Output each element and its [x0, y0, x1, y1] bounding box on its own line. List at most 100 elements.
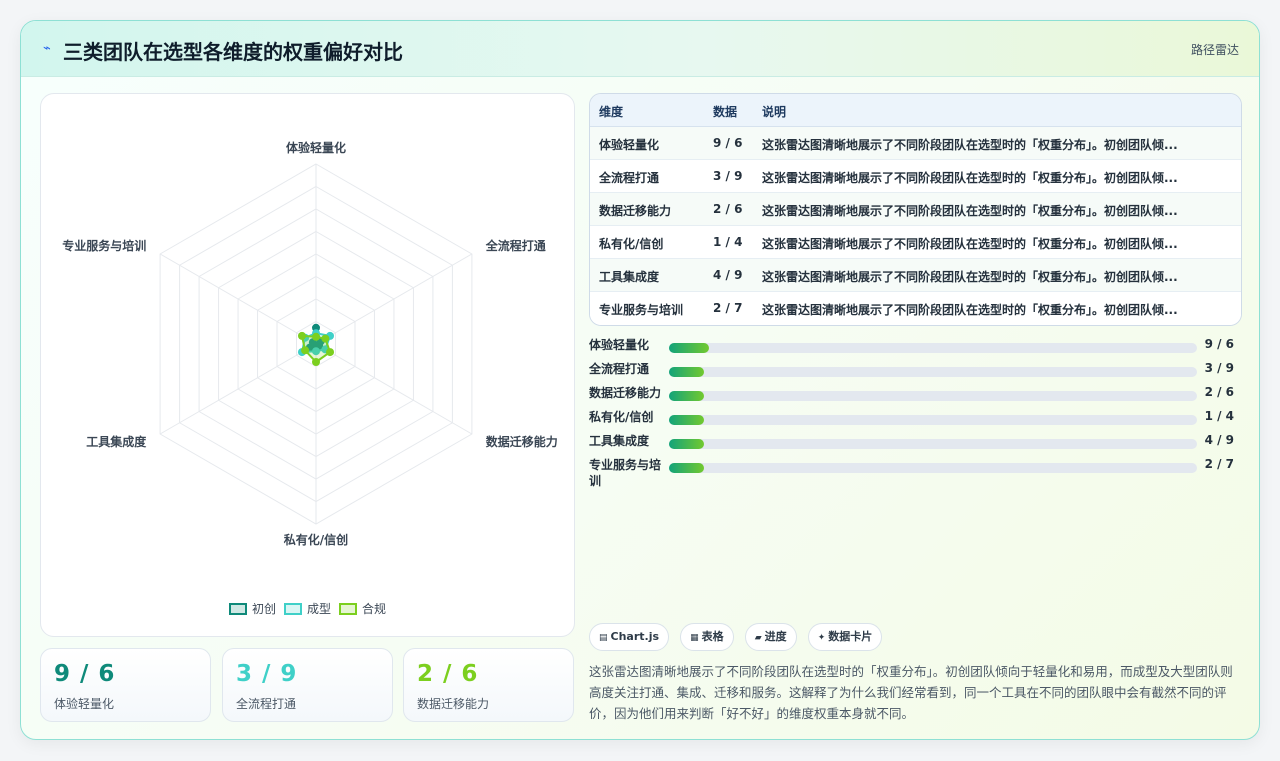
progress-row: 全流程打通 3 / 9: [589, 361, 1242, 385]
table-row: 工具集成度 4 / 9 这张雷达图清晰地展示了不同阶段团队在选型时的「权重分布」…: [590, 259, 1241, 292]
progress-fill: [669, 391, 705, 401]
table-row: 私有化/信创 1 / 4 这张雷达图清晰地展示了不同阶段团队在选型时的「权重分布…: [590, 226, 1241, 259]
table-header: 维度 数据 说明: [590, 94, 1241, 127]
data-table: 维度 数据 说明 体验轻量化 9 / 6 这张雷达图清晰地展示了不同阶段团队在选…: [589, 93, 1242, 326]
legend-item[interactable]: 合规: [339, 600, 386, 617]
legend-label: 合规: [362, 602, 387, 616]
progress-track: [669, 439, 1197, 449]
chip-label: Chart.js: [610, 630, 660, 643]
stat-cards: 9 / 6 体验轻量化 3 / 9 全流程打通 2 / 6 数据迁移能力: [40, 648, 575, 722]
progress-row: 体验轻量化 9 / 6: [589, 337, 1242, 361]
header-tag: 路径雷达: [1190, 43, 1239, 57]
stat-value: 9 / 6: [54, 661, 116, 687]
cell-note: 这张雷达图清晰地展示了不同阶段团队在选型时的「权重分布」。初创团队倾...: [762, 171, 1178, 185]
chip-table[interactable]: ▦ 表格: [680, 623, 734, 651]
radar-chart: 体验轻量化全流程打通数据迁移能力私有化/信创 工具集成度 专业服务与培训: [62, 140, 558, 547]
chip-label: 进度: [764, 630, 787, 643]
cell-note: 这张雷达图清晰地展示了不同阶段团队在选型时的「权重分布」。初创团队倾...: [762, 270, 1178, 284]
legend-swatch: [283, 602, 302, 615]
stat-label: 全流程打通: [236, 697, 297, 711]
cell-data: 4 / 9: [713, 268, 743, 282]
cell-data: 2 / 6: [713, 202, 743, 216]
legend-item[interactable]: 初创: [228, 600, 276, 617]
progress-track: [669, 367, 1197, 377]
table-row: 专业服务与培训 2 / 7 这张雷达图清晰地展示了不同阶段团队在选型时的「权重分…: [590, 292, 1241, 325]
cell-data: 9 / 6: [713, 136, 743, 150]
progress-icon: ▰: [754, 633, 762, 643]
radar-point[interactable]: [301, 346, 310, 355]
tech-chips: ▤ Chart.js ▦ 表格 ▰ 进度 ✦ 数据卡片: [589, 623, 888, 651]
table-row: 数据迁移能力 2 / 6 这张雷达图清晰地展示了不同阶段团队在选型时的「权重分布…: [590, 193, 1241, 226]
progress-track: [669, 463, 1197, 473]
chip-label: 数据卡片: [828, 630, 873, 643]
cell-note: 这张雷达图清晰地展示了不同阶段团队在选型时的「权重分布」。初创团队倾...: [762, 204, 1178, 218]
radar-point[interactable]: [326, 348, 335, 357]
stat-label: 体验轻量化: [54, 697, 115, 711]
chip-progress[interactable]: ▰ 进度: [744, 623, 797, 651]
progress-row: 专业服务与培训 2 / 7: [589, 457, 1242, 488]
stat-value: 3 / 9: [236, 661, 298, 687]
cell-data: 1 / 4: [713, 235, 743, 249]
radar-axis-label: 体验轻量化: [286, 140, 346, 155]
progress-value: 2 / 6: [1204, 385, 1234, 399]
cell-note: 这张雷达图清晰地展示了不同阶段团队在选型时的「权重分布」。初创团队倾...: [762, 303, 1178, 317]
progress-value: 1 / 4: [1204, 409, 1234, 423]
legend-item[interactable]: 成型: [283, 600, 331, 617]
cell-dimension: 数据迁移能力: [599, 204, 672, 218]
stat-label: 数据迁移能力: [417, 697, 490, 711]
progress-value: 4 / 9: [1204, 433, 1234, 447]
cell-note: 这张雷达图清晰地展示了不同阶段团队在选型时的「权重分布」。初创团队倾...: [762, 237, 1178, 251]
chip-chartjs[interactable]: ▤ Chart.js: [589, 623, 670, 651]
cell-data: 3 / 9: [713, 169, 743, 183]
progress-fill: [669, 367, 705, 377]
progress-label: 专业服务与培训: [589, 458, 662, 488]
chip-data-card[interactable]: ✦ 数据卡片: [807, 623, 883, 651]
sparkle-icon: ✦: [817, 633, 826, 643]
progress-value: 3 / 9: [1204, 361, 1234, 375]
cell-dimension: 专业服务与培训: [599, 303, 684, 317]
stat-card: 9 / 6 体验轻量化: [40, 648, 211, 722]
cell-dimension: 体验轻量化: [599, 138, 660, 152]
progress-label: 私有化/信创: [589, 410, 654, 424]
chart-icon: ▤: [599, 633, 608, 643]
progress-track: [669, 415, 1197, 425]
radar-axis-label: 全流程打通: [485, 238, 546, 253]
card-header: ⌁ 三类团队在选型各维度的权重偏好对比 路径雷达: [21, 21, 1259, 77]
page-title: 三类团队在选型各维度的权重偏好对比: [63, 40, 403, 64]
progress-row: 数据迁移能力 2 / 6: [589, 385, 1242, 409]
column-header: 说明: [762, 105, 787, 119]
progress-value: 9 / 6: [1204, 337, 1234, 351]
legend-label: 成型: [306, 602, 331, 616]
column-header: 维度: [599, 105, 624, 119]
dashboard-card: ⌁ 三类团队在选型各维度的权重偏好对比 路径雷达 体验轻量化 全流程打通 数据迁移能…: [20, 20, 1260, 740]
radar-chart-panel: 体验轻量化 全流程打通 数据迁移能力 私有化/信创 工具集成度 专业服务与培训 初创 成型 合…: [40, 93, 575, 637]
radar-axis-label: 工具集成度: [86, 434, 147, 449]
progress-track: [669, 391, 1197, 401]
column-header: 数据: [713, 105, 738, 119]
radar-point[interactable]: [321, 334, 330, 343]
progress-fill: [669, 463, 705, 473]
cell-dimension: 全流程打通: [599, 171, 660, 185]
legend-swatch: [228, 602, 247, 615]
radar-point[interactable]: [312, 332, 320, 341]
progress-fill: [669, 415, 705, 425]
progress-fill: [669, 343, 709, 353]
legend-label: 初创: [251, 602, 276, 616]
cell-dimension: 工具集成度: [599, 270, 660, 284]
progress-value: 2 / 7: [1204, 457, 1234, 471]
chart-legend: 初创 成型 合规: [41, 600, 574, 618]
pulse-icon: ⌁: [43, 41, 51, 56]
progress-fill: [669, 439, 705, 449]
progress-track: [669, 343, 1197, 353]
radar-axis-label: 专业服务与培训: [62, 238, 146, 253]
progress-row: 工具集成度 4 / 9: [589, 433, 1242, 457]
table-row: 全流程打通 3 / 9 这张雷达图清晰地展示了不同阶段团队在选型时的「权重分布」…: [590, 160, 1241, 193]
stat-card: 2 / 6 数据迁移能力: [403, 648, 574, 722]
radar-point[interactable]: [297, 331, 306, 340]
stat-value: 2 / 6: [417, 661, 479, 687]
radar-axis-label: 私有化/信创: [283, 532, 348, 547]
progress-row: 私有化/信创 1 / 4: [589, 409, 1242, 433]
radar-point[interactable]: [312, 358, 320, 366]
progress-label: 数据迁移能力: [589, 386, 662, 400]
table-icon: ▦: [690, 633, 699, 643]
